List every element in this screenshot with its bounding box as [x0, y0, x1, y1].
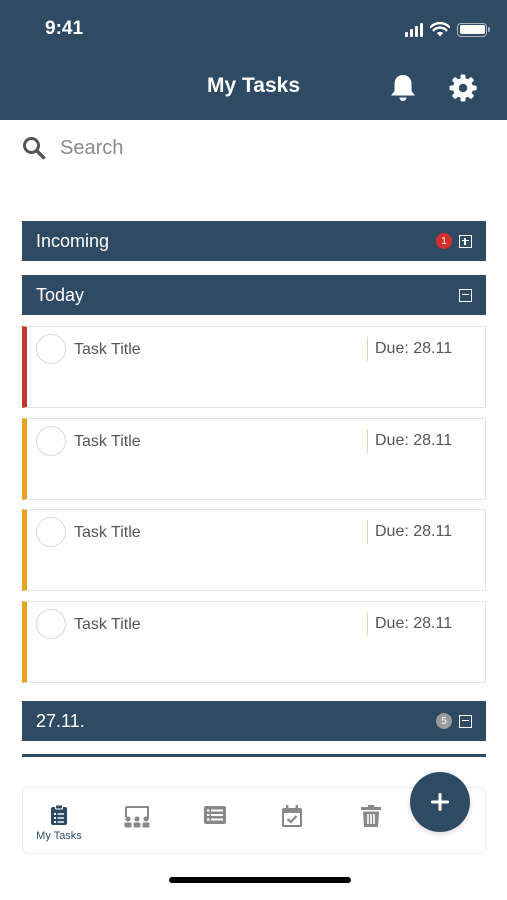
task-due-date: Due: 28.11 [375, 523, 453, 540]
task-title: Task Title [74, 616, 141, 633]
search-bar[interactable]: Search [22, 132, 322, 164]
task-due-date: Due: 28.11 [375, 340, 453, 357]
section-date[interactable]: 27.11. 5 [22, 701, 486, 741]
task-divider [367, 337, 368, 361]
wifi-icon [430, 22, 450, 37]
search-input[interactable]: Search [60, 137, 123, 160]
tab-list[interactable] [187, 806, 243, 824]
battery-icon [457, 22, 490, 37]
collapse-icon[interactable] [459, 714, 472, 728]
task-item[interactable]: Task Title Due: 28.11 [22, 326, 486, 408]
clipboard-list-icon [51, 804, 67, 825]
task-item[interactable]: Task Title Due: 28.11 [22, 601, 486, 683]
bell-icon [391, 75, 415, 101]
date-count-badge: 5 [436, 713, 452, 729]
status-icons [405, 22, 490, 37]
tab-calendar[interactable] [264, 805, 320, 827]
tab-my-tasks[interactable]: My Tasks [31, 804, 87, 842]
task-title: Task Title [74, 524, 141, 541]
search-icon [23, 137, 46, 160]
collapse-icon[interactable] [459, 288, 472, 302]
notifications-button[interactable] [387, 72, 419, 104]
task-checkbox[interactable] [36, 517, 66, 547]
app-header: 9:41 My Tasks [0, 0, 507, 120]
task-divider [367, 612, 368, 636]
settings-button[interactable] [447, 72, 479, 104]
task-due-date: Due: 28.11 [375, 615, 453, 632]
task-title: Task Title [74, 341, 141, 358]
gear-icon [449, 74, 477, 102]
task-due-date: Due: 28.11 [375, 432, 453, 449]
section-incoming[interactable]: Incoming 1 [22, 221, 486, 261]
task-checkbox[interactable] [36, 609, 66, 639]
home-indicator [169, 877, 351, 883]
section-incoming-label: Incoming [36, 230, 110, 251]
status-time: 9:41 [45, 18, 84, 39]
tab-team[interactable] [109, 806, 165, 828]
task-title: Task Title [74, 433, 141, 450]
add-task-button[interactable] [410, 772, 470, 832]
incoming-count-badge: 1 [436, 233, 452, 249]
tab-label: My Tasks [36, 830, 82, 842]
section-today-label: Today [36, 284, 85, 305]
plus-icon [431, 793, 449, 811]
team-icon [124, 806, 150, 828]
trash-icon [361, 805, 381, 827]
cellular-signal-icon [405, 22, 423, 37]
section-divider [22, 754, 486, 757]
tab-trash[interactable] [343, 805, 399, 827]
section-date-label: 27.11. [36, 710, 85, 731]
task-item[interactable]: Task Title Due: 28.11 [22, 509, 486, 591]
expand-icon[interactable] [459, 234, 472, 248]
task-checkbox[interactable] [36, 426, 66, 456]
list-icon [204, 806, 226, 824]
page-title: My Tasks [207, 74, 300, 97]
section-today[interactable]: Today [22, 275, 486, 315]
task-divider [367, 429, 368, 453]
task-divider [367, 520, 368, 544]
calendar-check-icon [282, 805, 302, 827]
task-checkbox[interactable] [36, 334, 66, 364]
task-item[interactable]: Task Title Due: 28.11 [22, 418, 486, 500]
